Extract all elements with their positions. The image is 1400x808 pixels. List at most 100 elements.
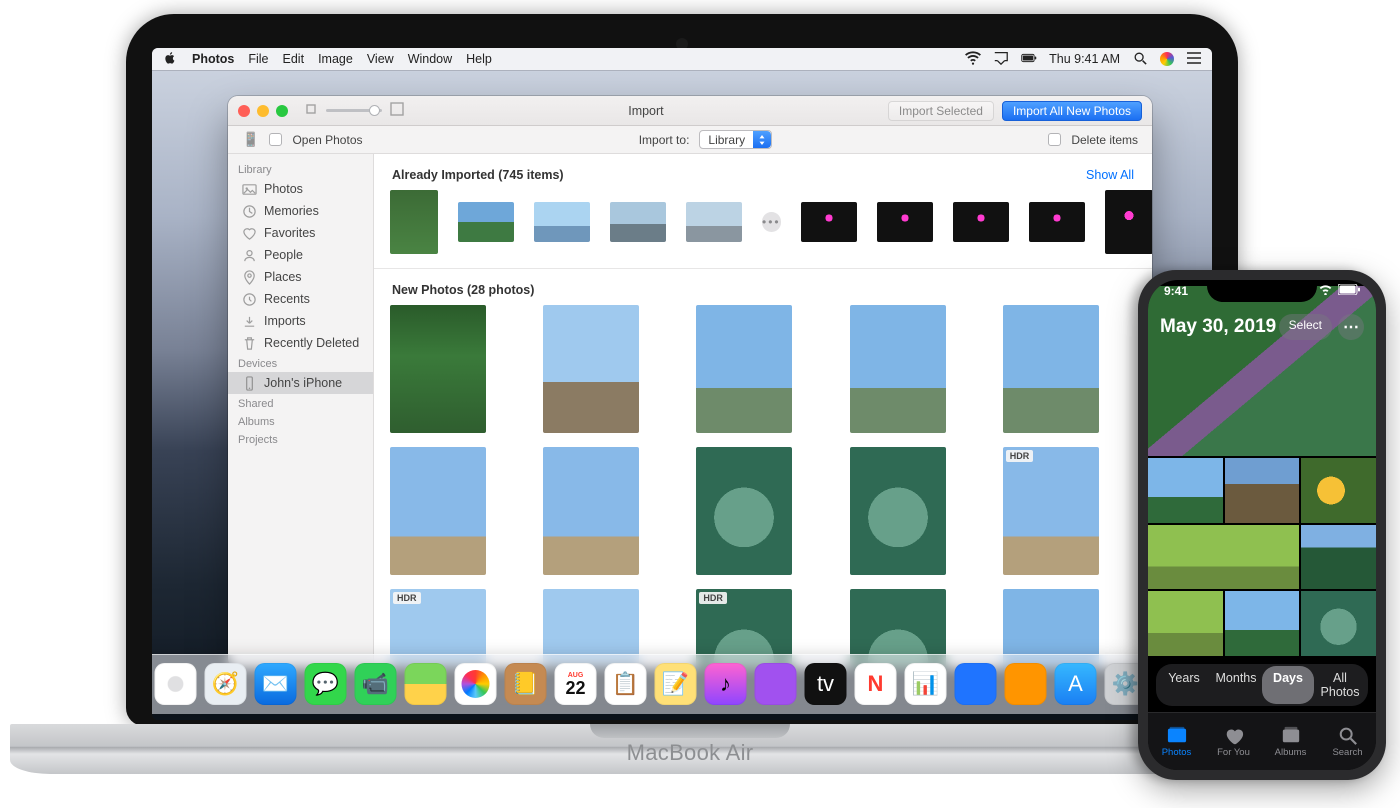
thumbnail-zoom-slider[interactable] [326,109,382,112]
tab-photos[interactable]: Photos [1148,713,1205,770]
menu-window[interactable]: Window [408,52,452,66]
already-imported-heading: Already Imported (745 items) [392,168,564,182]
new-photo-thumb[interactable] [390,305,486,433]
dock-app-pages[interactable] [1005,663,1047,705]
dock-app-launchpad[interactable] [155,663,197,705]
sidebar-section-devices: Devices [228,354,373,372]
new-photo-thumb[interactable] [850,447,946,575]
import-all-button[interactable]: Import All New Photos [1002,101,1142,121]
delete-items-checkbox[interactable] [1048,133,1061,146]
menubar-list-icon[interactable] [1186,51,1202,68]
dock-app-mail[interactable]: ✉️ [255,663,297,705]
new-photo-thumb[interactable] [543,305,639,433]
menu-help[interactable]: Help [466,52,492,66]
new-photo-thumb[interactable] [696,447,792,575]
iphone-photo-thumb[interactable] [1148,525,1299,590]
menu-image[interactable]: Image [318,52,353,66]
sidebar-section-shared[interactable]: Shared [228,394,373,412]
menubar-clock[interactable]: Thu 9:41 AM [1049,52,1120,66]
imported-thumb[interactable] [801,202,857,242]
sidebar-item-recents[interactable]: Recents [228,288,373,310]
sidebar-item-memories[interactable]: Memories [228,200,373,222]
dock-app-podcasts[interactable] [755,663,797,705]
sidebar-item-recently-deleted[interactable]: Recently Deleted [228,332,373,354]
minimize-button[interactable] [257,105,269,117]
sidebar-item-people[interactable]: People [228,244,373,266]
menubar-app-name[interactable]: Photos [192,52,234,66]
sidebar-item-photos[interactable]: Photos [228,178,373,200]
dock-app-maps[interactable] [405,663,447,705]
new-photo-thumb[interactable] [696,305,792,433]
imported-thumb[interactable] [390,190,438,254]
imported-thumb[interactable] [534,202,590,242]
sidebar-section-albums[interactable]: Albums [228,412,373,430]
dock-app-safari[interactable]: 🧭 [205,663,247,705]
new-photo-thumb[interactable] [390,447,486,575]
menu-file[interactable]: File [248,52,268,66]
dock-app-keynote[interactable] [955,663,997,705]
iphone-photo-thumb[interactable] [1148,591,1223,656]
dock-app-facetime[interactable]: 📹 [355,663,397,705]
apple-logo-icon[interactable] [162,51,178,68]
dock-app-notes[interactable]: 📝 [655,663,697,705]
imported-thumb[interactable] [1105,190,1152,254]
thumb-large-icon[interactable] [390,102,404,119]
iphone-photo-thumb[interactable] [1301,591,1376,656]
imported-thumb[interactable] [686,202,742,242]
menu-view[interactable]: View [367,52,394,66]
dock: 🧭 ✉️ 💬 📹 📒 AUG22 📋 📝 ♪ tv N 📊 A ⚙️ ⬇️ 🗑️ [152,654,1212,714]
dock-app-news[interactable]: N [855,663,897,705]
imported-thumb[interactable] [953,202,1009,242]
new-photo-thumb[interactable] [1003,305,1099,433]
dock-app-music[interactable]: ♪ [705,663,747,705]
open-photos-checkbox[interactable] [269,133,282,146]
sidebar-item-favorites[interactable]: Favorites [228,222,373,244]
zoom-button[interactable] [276,105,288,117]
dock-app-tv[interactable]: tv [805,663,847,705]
siri-icon[interactable] [1160,52,1174,66]
segment-years[interactable]: Years [1158,666,1210,704]
menu-edit[interactable]: Edit [283,52,305,66]
spotlight-icon[interactable] [1132,51,1148,68]
thumb-small-icon[interactable] [304,102,318,119]
segment-months[interactable]: Months [1210,666,1262,704]
iphone-photo-thumb[interactable] [1225,458,1300,523]
dock-app-numbers[interactable]: 📊 [905,663,947,705]
dock-app-calendar[interactable]: AUG22 [555,663,597,705]
new-photo-thumb[interactable] [543,447,639,575]
more-thumbs-icon[interactable]: ••• [762,212,781,232]
iphone-photo-thumb[interactable] [1148,458,1223,523]
sidebar-section-projects[interactable]: Projects [228,430,373,448]
segment-days[interactable]: Days [1262,666,1314,704]
imported-thumb[interactable] [877,202,933,242]
iphone-photo-thumb[interactable] [1225,591,1300,656]
segment-allphotos[interactable]: All Photos [1314,666,1366,704]
new-photo-thumb[interactable]: HDR [1003,447,1099,575]
iphone-select-button[interactable]: Select [1279,314,1332,340]
sidebar-item-imports[interactable]: Imports [228,310,373,332]
wifi-icon[interactable] [965,51,981,68]
iphone-photo-thumb[interactable] [1301,525,1376,590]
dock-app-photos[interactable] [455,663,497,705]
dock-app-reminders[interactable]: 📋 [605,663,647,705]
sidebar-item-device-iphone[interactable]: John's iPhone [228,372,373,394]
dock-app-messages[interactable]: 💬 [305,663,347,705]
tab-albums[interactable]: Albums [1262,713,1319,770]
imported-thumb[interactable] [1029,202,1085,242]
close-button[interactable] [238,105,250,117]
dock-app-appstore[interactable]: A [1055,663,1097,705]
iphone-photo-thumb[interactable] [1301,458,1376,523]
tab-foryou[interactable]: For You [1205,713,1262,770]
import-to-select[interactable]: Library [699,130,772,149]
imported-thumb[interactable] [458,202,514,242]
import-selected-button[interactable]: Import Selected [888,101,994,121]
battery-icon[interactable] [1021,51,1037,68]
dock-app-contacts[interactable]: 📒 [505,663,547,705]
tab-search[interactable]: Search [1319,713,1376,770]
iphone-more-button[interactable]: ⋯ [1338,314,1364,340]
sidebar-item-places[interactable]: Places [228,266,373,288]
imported-thumb[interactable] [610,202,666,242]
airplay-icon[interactable] [993,51,1009,68]
show-all-link[interactable]: Show All [1086,168,1134,182]
new-photo-thumb[interactable] [850,305,946,433]
